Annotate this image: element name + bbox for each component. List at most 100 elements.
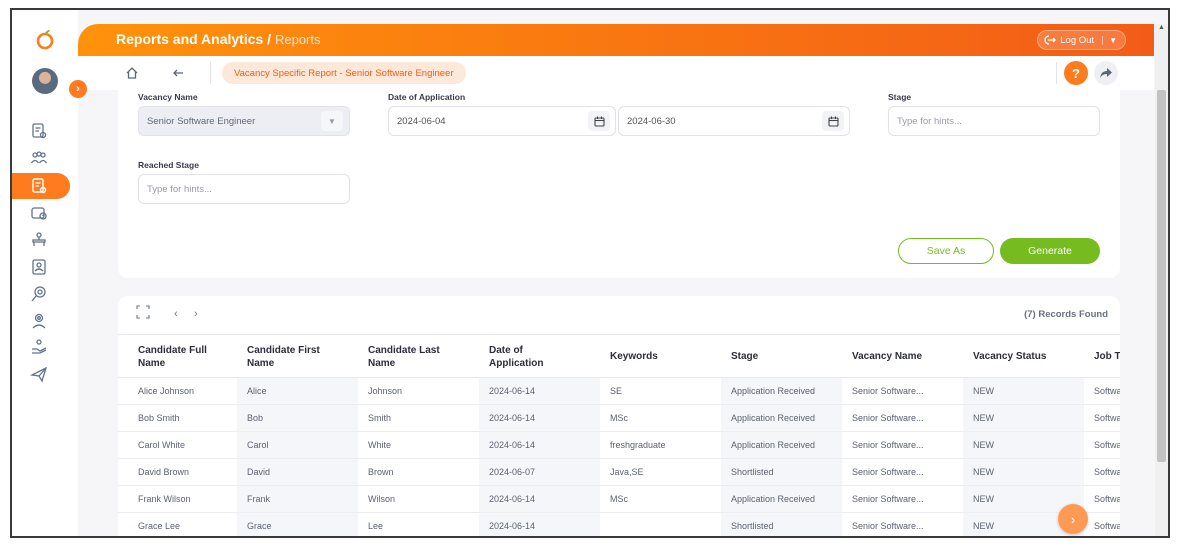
generate-button[interactable]: Generate xyxy=(1000,238,1100,264)
table-row[interactable]: Carol White Carol White 2024-06-14 freshgrad… xyxy=(118,432,1120,459)
recruitment-icon xyxy=(28,175,50,197)
title-separator: / xyxy=(263,31,275,47)
column-header[interactable]: Date of Application xyxy=(479,335,600,379)
table-cell: Softwa xyxy=(1094,440,1120,450)
vacancy-name-select[interactable]: Senior Software Engineer ▼ xyxy=(138,106,350,136)
logout-label: Log Out xyxy=(1060,34,1095,46)
table-cell: Lee xyxy=(368,521,384,531)
avatar[interactable] xyxy=(32,68,58,94)
reached-stage-placeholder: Type for hints... xyxy=(147,183,212,195)
breadcrumb[interactable]: Vacancy Specific Report - Senior Softwar… xyxy=(222,62,466,84)
table-cell: Application Received xyxy=(721,486,842,512)
sidebar-item-recruitment[interactable] xyxy=(12,173,70,199)
sidebar-toggle-button[interactable]: › xyxy=(69,80,87,98)
stage-label: Stage xyxy=(888,92,912,102)
my-info-icon[interactable] xyxy=(28,256,50,278)
date-of-application-label: Date of Application xyxy=(388,92,466,102)
chevron-down-icon[interactable]: ▼ xyxy=(321,111,343,131)
table-row[interactable]: Alice Johnson Alice Johnson 2024-06-14 SE App… xyxy=(118,378,1120,405)
table-header: Candidate Full Name Candidate First Name… xyxy=(118,334,1120,378)
toolbar: Vacancy Specific Report - Senior Softwar… xyxy=(78,56,1154,90)
table-row[interactable]: Frank Wilson Frank Wilson 2024-06-14 MSc Appl… xyxy=(118,486,1120,513)
table-cell: Brown xyxy=(368,467,394,477)
table-cell: 2024-06-14 xyxy=(479,432,600,458)
table-cell: Bob Smith xyxy=(138,413,180,423)
report-table-card: ‹ › (7) Records Found Candidate Full Nam… xyxy=(118,296,1120,536)
app-window: › Reports and Analytics / Reports Log Ou… xyxy=(10,8,1170,538)
chevron-down-icon[interactable]: ▼ xyxy=(1102,35,1117,45)
stage-input[interactable]: Type for hints... xyxy=(888,106,1100,136)
table-cell: Senior Software... xyxy=(852,467,924,477)
divider xyxy=(210,62,211,84)
table-row[interactable]: Bob Smith Bob Smith 2024-06-14 MSc Applicatio… xyxy=(118,405,1120,432)
table-cell: Senior Software... xyxy=(852,386,924,396)
table-cell: Frank Wilson xyxy=(138,494,191,504)
table-cell: David Brown xyxy=(138,467,190,477)
column-header[interactable]: Job T xyxy=(1084,335,1120,379)
directory-icon[interactable] xyxy=(28,229,50,251)
table-cell xyxy=(600,513,721,536)
claim-icon[interactable] xyxy=(28,336,50,358)
column-header[interactable]: Keywords xyxy=(600,335,721,379)
date-from-input[interactable]: 2024-06-04 xyxy=(388,106,616,136)
page-subtitle: Reports xyxy=(274,32,321,47)
table-cell: Wilson xyxy=(368,494,396,504)
chevron-right-icon: › xyxy=(1070,511,1076,527)
scrollbar-thumb[interactable] xyxy=(1157,90,1166,462)
table-cell: NEW xyxy=(963,432,1084,458)
table-cell: 2024-06-07 xyxy=(479,459,600,485)
performance-icon[interactable] xyxy=(28,283,50,305)
logout-button[interactable]: Log Out ▼ xyxy=(1037,30,1126,50)
stage-placeholder: Type for hints... xyxy=(897,115,962,127)
column-header[interactable]: Candidate Full Name xyxy=(128,335,238,379)
table-cell: Alice xyxy=(237,378,358,404)
scroll-up-icon[interactable]: ▲ xyxy=(1158,24,1165,31)
table-cell: Carol White xyxy=(138,440,186,450)
table-cell: Java,SE xyxy=(610,467,644,477)
chevron-right-icon[interactable]: › xyxy=(194,308,198,320)
table-cell: Johnson xyxy=(368,386,403,396)
header: Reports and Analytics / Reports Log Out … xyxy=(78,24,1154,56)
save-as-button[interactable]: Save As xyxy=(898,238,994,264)
help-button[interactable]: ? xyxy=(1064,61,1088,85)
travel-icon[interactable] xyxy=(28,363,50,385)
table-cell: Softwa xyxy=(1094,467,1120,477)
table-row[interactable]: David Brown David Brown 2024-06-07 Java,SE Sh… xyxy=(118,459,1120,486)
table-cell: Shortlisted xyxy=(721,459,842,485)
date-to-input[interactable]: 2024-06-30 xyxy=(618,106,850,136)
table-cell: Softwa xyxy=(1094,386,1120,396)
column-header[interactable]: Vacancy Status xyxy=(963,335,1084,379)
calendar-icon[interactable] xyxy=(822,111,844,131)
home-icon[interactable] xyxy=(120,61,144,85)
share-icon[interactable] xyxy=(1094,61,1118,85)
table-cell: Carol xyxy=(237,432,358,458)
table-cell: Senior Software... xyxy=(852,494,924,504)
table-cell: Shortlisted xyxy=(721,513,842,536)
column-header[interactable]: Vacancy Name xyxy=(842,335,963,379)
table-cell: David xyxy=(237,459,358,485)
table-cell: 2024-06-14 xyxy=(479,378,600,404)
column-header[interactable]: Stage xyxy=(721,335,842,379)
table-cell: White xyxy=(368,440,392,450)
time-icon[interactable] xyxy=(28,202,50,224)
column-header[interactable]: Candidate Last Name xyxy=(358,335,479,379)
expand-icon[interactable] xyxy=(136,305,150,322)
column-header[interactable]: Candidate First Name xyxy=(237,335,358,379)
scroll-right-button[interactable]: › xyxy=(1058,504,1088,534)
calendar-icon[interactable] xyxy=(588,111,610,131)
chevron-left-icon[interactable]: ‹ xyxy=(174,308,178,320)
pim-icon[interactable] xyxy=(28,147,50,169)
buzz-icon[interactable] xyxy=(28,310,50,332)
table-row[interactable]: Grace Lee Grace Lee 2024-06-14 Shortlisted Se… xyxy=(118,513,1120,536)
table-cell: Grace xyxy=(237,513,358,536)
table-cell: NEW xyxy=(963,405,1084,431)
reached-stage-input[interactable]: Type for hints... xyxy=(138,174,350,204)
admin-icon[interactable] xyxy=(28,120,50,142)
table-cell: Smith xyxy=(368,413,392,423)
table-cell: 2024-06-14 xyxy=(479,513,600,536)
back-arrow-icon[interactable] xyxy=(166,61,190,85)
vacancy-name-label: Vacancy Name xyxy=(138,92,198,102)
table-cell: freshgraduate xyxy=(610,440,666,450)
orange-logo-icon[interactable] xyxy=(34,28,56,50)
table-cell: 2024-06-14 xyxy=(479,486,600,512)
